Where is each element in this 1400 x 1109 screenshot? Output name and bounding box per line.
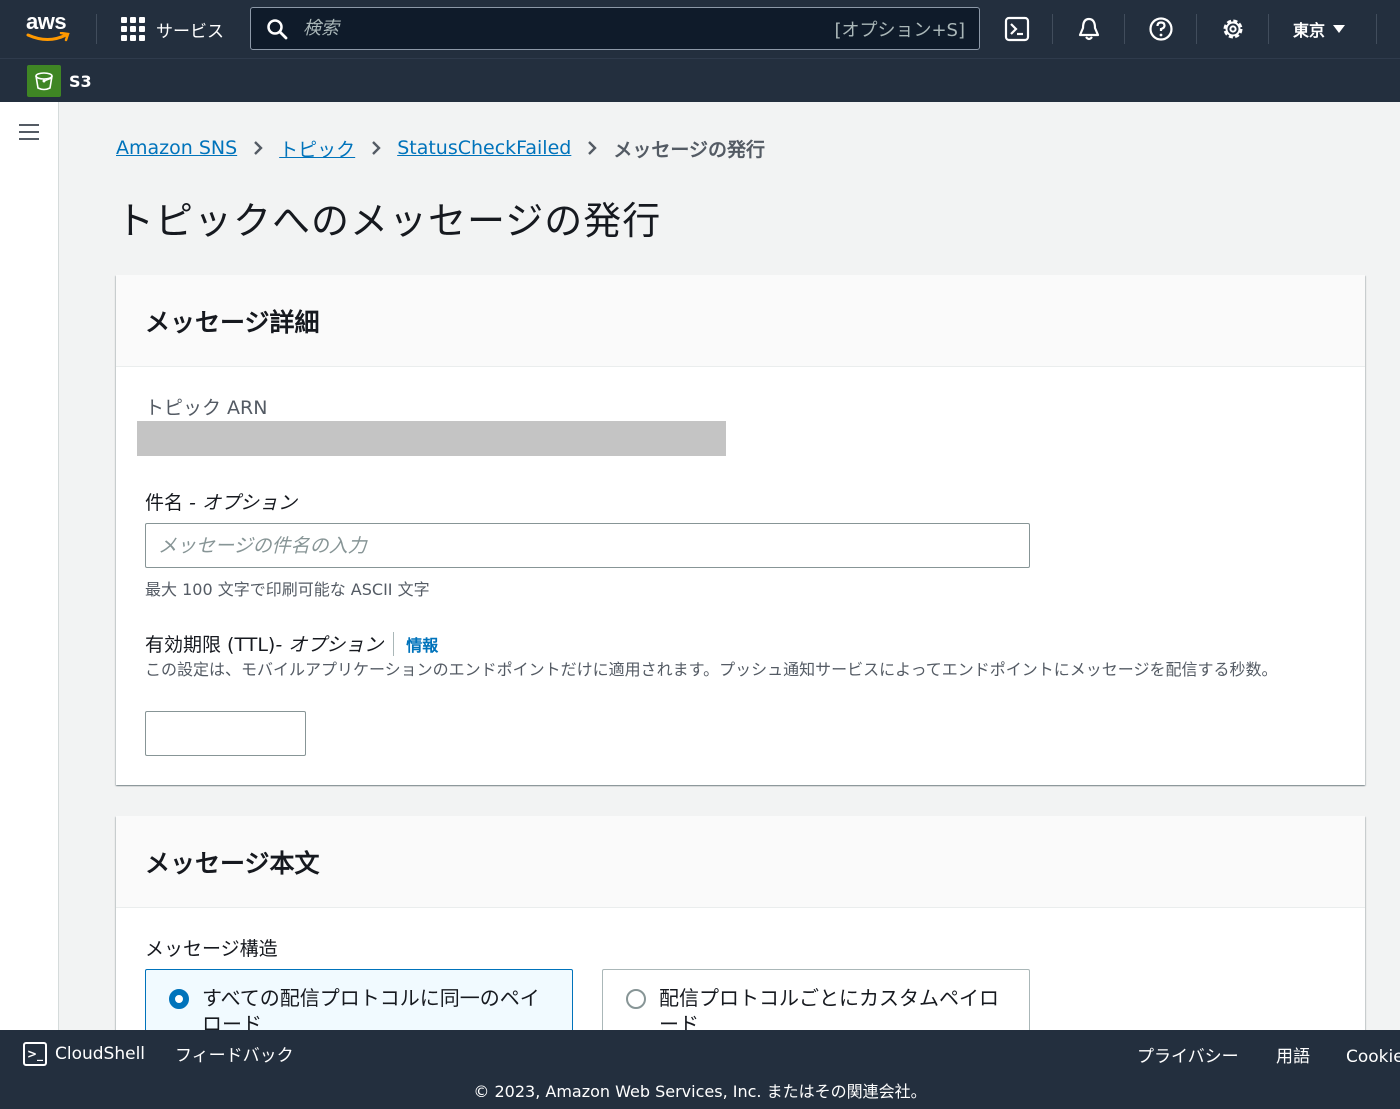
radio-unselected-icon [626, 989, 646, 1009]
ttl-field-label: 有効期限 (TTL) - オプション 情報 [145, 630, 438, 657]
region-label: 東京 [1293, 21, 1326, 40]
services-grid-icon [120, 16, 146, 42]
message-structure-label: メッセージ構造 [145, 938, 278, 960]
breadcrumb: Amazon SNS トピック StatusCheckFailed メッセージの… [116, 134, 765, 162]
breadcrumb-link-topics[interactable]: トピック [279, 135, 355, 162]
services-menu-button[interactable]: サービス [120, 14, 224, 44]
favorite-s3[interactable]: S3 [27, 65, 92, 97]
message-details-panel: メッセージ詳細 トピック ARN 件名 - オプション 最大 100 文字で印刷… [116, 275, 1365, 785]
subject-optional-text: - オプション [183, 492, 297, 514]
cloudshell-icon [1004, 16, 1030, 42]
cloudshell-icon: >_ [23, 1042, 47, 1066]
bell-icon [1078, 17, 1100, 41]
services-label: サービス [156, 21, 224, 42]
nav-divider [1124, 14, 1125, 44]
ttl-label-text: 有効期限 (TTL) [145, 634, 276, 656]
nav-divider [96, 14, 97, 44]
subject-input[interactable] [145, 523, 1030, 568]
region-selector[interactable]: 東京 [1293, 14, 1346, 44]
radio-selected-icon [169, 989, 189, 1009]
s3-label: S3 [69, 71, 92, 91]
caret-down-icon [1333, 25, 1346, 33]
chevron-right-icon [372, 141, 381, 155]
footer-privacy-link[interactable]: プライバシー [1137, 1042, 1239, 1067]
topic-arn-value-redacted [137, 421, 726, 456]
page-title: トピックへのメッセージの発行 [116, 199, 662, 243]
s3-service-icon [27, 65, 61, 97]
search-box[interactable]: [オプション+S] [250, 7, 980, 50]
breadcrumb-link-topic[interactable]: StatusCheckFailed [397, 137, 571, 159]
chevron-right-icon [254, 141, 263, 155]
breadcrumb-current: メッセージの発行 [613, 138, 765, 161]
ttl-optional-text: - オプション [275, 634, 384, 656]
chevron-right-icon [588, 141, 598, 155]
search-icon [267, 18, 288, 39]
ttl-info-link[interactable]: 情報 [393, 631, 438, 656]
search-input[interactable] [289, 8, 835, 49]
breadcrumb-link-amazon-sns[interactable]: Amazon SNS [116, 137, 237, 159]
menu-icon[interactable] [19, 124, 39, 140]
panel-heading: メッセージ本文 [145, 848, 320, 878]
nav-divider [1268, 14, 1269, 44]
topic-arn-label: トピック ARN [145, 397, 268, 419]
nav-divider [1196, 14, 1197, 44]
subject-constraint-hint: 最大 100 文字で印刷可能な ASCII 文字 [145, 580, 430, 599]
subject-label-text: 件名 [145, 492, 184, 514]
panel-header: メッセージ本文 [116, 816, 1365, 908]
footer-copyright: © 2023, Amazon Web Services, Inc. またはその関… [473, 1082, 927, 1101]
gear-icon [1223, 19, 1243, 39]
panel-heading: メッセージ詳細 [145, 307, 320, 337]
help-button[interactable] [1146, 14, 1176, 44]
aws-logo-text: aws [26, 9, 67, 34]
ttl-description: この設定は、モバイルアプリケーションのエンドポイントだけに適用されます。プッシュ… [145, 660, 1278, 679]
panel-header: メッセージ詳細 [116, 275, 1365, 367]
settings-button[interactable] [1218, 14, 1248, 44]
favorites-bar: S3 [0, 58, 1400, 102]
footer-cloudshell-label: CloudShell [55, 1044, 146, 1064]
aws-logo[interactable]: aws [26, 10, 74, 46]
footer-cloudshell-button[interactable]: >_ CloudShell [23, 1042, 145, 1066]
footer: >_ CloudShell フィードバック プライバシー 用語 Cookie の… [0, 1030, 1400, 1109]
footer-terms-link[interactable]: 用語 [1276, 1042, 1310, 1067]
nav-divider [1052, 14, 1053, 44]
top-navigation: aws サービス [オプション+S] [0, 0, 1400, 58]
ttl-input[interactable] [145, 711, 306, 756]
cloudshell-button[interactable] [1002, 14, 1032, 44]
notifications-button[interactable] [1074, 14, 1104, 44]
help-icon [1149, 17, 1173, 41]
aws-smile-icon [26, 32, 70, 42]
nav-divider [1376, 14, 1377, 44]
footer-cookie-link[interactable]: Cookie の設定 [1346, 1042, 1400, 1067]
search-shortcut-hint: [オプション+S] [834, 19, 965, 41]
side-navigation-rail [0, 102, 59, 1030]
subject-field-label: 件名 - オプション [145, 488, 297, 515]
footer-feedback-link[interactable]: フィードバック [175, 1041, 294, 1066]
